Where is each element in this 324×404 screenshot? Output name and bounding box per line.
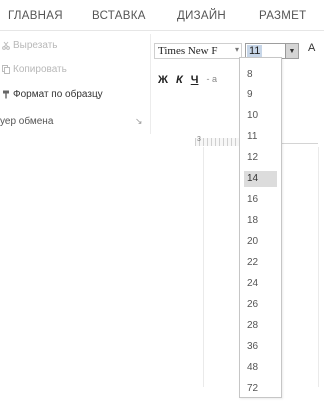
group-separator	[150, 34, 151, 134]
font-size-dropdown-icon[interactable]: ▼	[285, 44, 298, 58]
format-painter-button[interactable]: Формат по образцу	[2, 89, 103, 100]
page-edge	[318, 147, 319, 387]
font-size-option-11[interactable]: 11	[244, 129, 277, 145]
font-size-option-9[interactable]: 9	[244, 87, 277, 103]
font-size-option-28[interactable]: 28	[244, 318, 277, 334]
copy-button[interactable]: Копировать	[2, 64, 67, 75]
font-size-option-10[interactable]: 10	[244, 108, 277, 124]
clipboard-group: Вырезать Копировать Формат по образцу	[0, 34, 150, 144]
tab-design[interactable]: ДИЗАЙН	[177, 10, 226, 22]
font-size-option-22[interactable]: 22	[244, 255, 277, 271]
font-size-option-16[interactable]: 16	[244, 192, 277, 208]
clipboard-launcher-icon[interactable]: ↘	[135, 116, 143, 127]
ruler	[195, 138, 239, 146]
ruler-number: 3	[197, 136, 201, 143]
ruler-line	[282, 143, 318, 144]
clipboard-group-label: уер обмена	[0, 116, 54, 127]
italic-button[interactable]: К	[176, 74, 183, 86]
bold-button[interactable]: Ж	[158, 74, 168, 86]
format-buttons: Ж К Ч - а	[158, 74, 217, 86]
font-size-option-8[interactable]: 8	[244, 67, 277, 83]
format-painter-label: Формат по образцу	[13, 89, 103, 100]
font-size-option-26[interactable]: 26	[244, 297, 277, 313]
font-size-option-12[interactable]: 12	[244, 150, 277, 166]
font-size-dropdown: 8 9 10 11 12 14 16 18 20 22 24 26 28 36 …	[239, 57, 282, 398]
grow-font-button[interactable]: A	[308, 42, 315, 54]
font-size-value[interactable]: 11	[247, 45, 263, 57]
font-size-option-24[interactable]: 24	[244, 276, 277, 292]
cut-label: Вырезать	[13, 40, 58, 51]
font-size-option-48[interactable]: 48	[244, 360, 277, 376]
tab-divider	[0, 30, 324, 31]
copy-icon	[2, 65, 10, 74]
scissors-icon	[2, 41, 10, 50]
ribbon-tabs: ГЛАВНАЯ ВСТАВКА ДИЗАЙН РАЗМЕТ	[0, 10, 324, 30]
font-size-option-72[interactable]: 72	[244, 381, 277, 397]
tab-insert[interactable]: ВСТАВКА	[92, 10, 146, 22]
tab-home[interactable]: ГЛАВНАЯ	[8, 10, 63, 22]
cut-button[interactable]: Вырезать	[2, 40, 57, 51]
font-size-option-20[interactable]: 20	[244, 234, 277, 250]
font-name-value: Times New F	[158, 45, 218, 57]
chevron-down-icon[interactable]: ▾	[235, 45, 239, 54]
font-size-option-14[interactable]: 14	[244, 171, 277, 187]
copy-label: Копировать	[13, 64, 67, 75]
font-size-option-36[interactable]: 36	[244, 339, 277, 355]
underline-button[interactable]: Ч	[191, 74, 199, 86]
format-painter-icon	[2, 90, 10, 99]
page-edge	[203, 147, 204, 387]
font-name-combobox[interactable]: Times New F ▾	[154, 43, 242, 59]
tab-layout[interactable]: РАЗМЕТ	[259, 10, 306, 22]
grow-font-icon: A	[308, 42, 316, 54]
font-size-option-18[interactable]: 18	[244, 213, 277, 229]
more-format-options[interactable]: - а	[206, 74, 217, 86]
